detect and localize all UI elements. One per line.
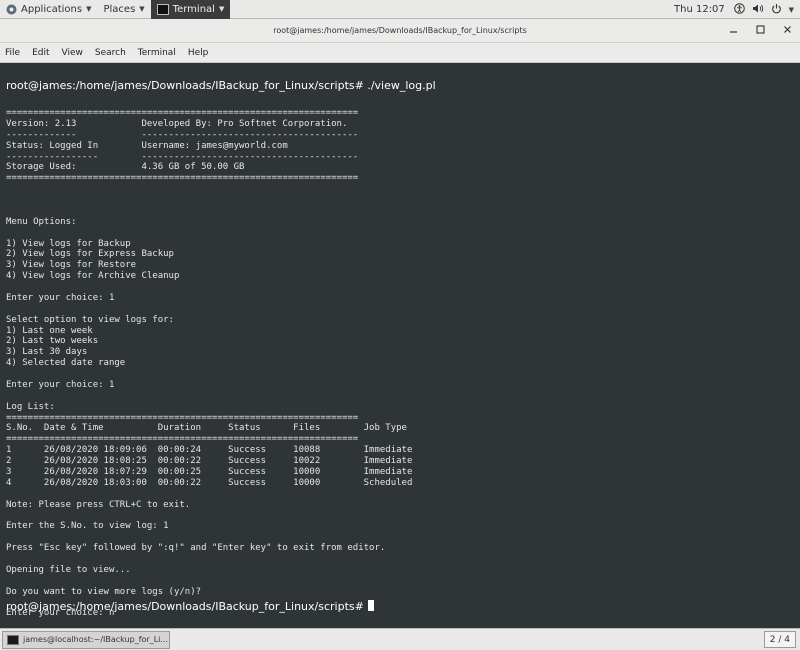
menu-terminal[interactable]: Terminal <box>138 48 176 58</box>
prompt-text: root@james:/home/james/Downloads/IBackup… <box>6 600 364 613</box>
places-label: Places <box>103 3 136 15</box>
power-icon[interactable] <box>771 3 782 17</box>
system-tray[interactable]: ▼ <box>733 0 794 19</box>
menu-help[interactable]: Help <box>188 48 209 58</box>
window-list-bar: james@localhost:~/IBackup_for_Li... 2 / … <box>0 628 800 650</box>
menu-view[interactable]: View <box>62 48 83 58</box>
terminal-view[interactable]: root@james:/home/james/Downloads/IBackup… <box>0 63 800 628</box>
maximize-button[interactable] <box>756 25 765 37</box>
terminal-icon <box>156 3 169 15</box>
caret-down-icon: ▼ <box>139 5 145 13</box>
applications-label: Applications <box>21 3 83 15</box>
caret-down-icon: ▼ <box>86 5 92 13</box>
current-prompt: root@james:/home/james/Downloads/IBackup… <box>6 600 374 613</box>
command-prompt-line: root@james:/home/james/Downloads/IBackup… <box>6 79 436 92</box>
minimize-button[interactable] <box>729 25 738 37</box>
terminal-icon <box>7 634 19 645</box>
caret-down-icon: ▼ <box>218 5 225 13</box>
volume-icon[interactable] <box>752 3 764 17</box>
top-bar: Applications ▼ Places ▼ Terminal ▼ Thu 1… <box>0 0 800 19</box>
menu-file[interactable]: File <box>5 48 20 58</box>
accessibility-icon[interactable] <box>733 2 745 17</box>
close-button[interactable] <box>783 25 792 37</box>
active-app-menu[interactable]: Terminal ▼ <box>150 0 231 19</box>
clock[interactable]: Thu 12:07 <box>674 0 725 19</box>
text-cursor <box>367 600 374 611</box>
places-menu[interactable]: Places ▼ <box>97 0 150 19</box>
taskbar-window-button[interactable]: james@localhost:~/IBackup_for_Li... <box>2 630 170 649</box>
menu-edit[interactable]: Edit <box>32 48 49 58</box>
window-titlebar[interactable]: root@james:/home/james/Downloads/IBackup… <box>0 19 800 43</box>
workspace-switcher[interactable]: 2 / 4 <box>763 631 796 648</box>
window-controls <box>729 19 792 43</box>
menu-search[interactable]: Search <box>95 48 126 58</box>
scrollbar[interactable] <box>792 63 800 628</box>
applications-menu[interactable]: Applications ▼ <box>0 0 97 19</box>
taskbar-window-label: james@localhost:~/IBackup_for_Li... <box>23 635 169 644</box>
applications-icon <box>6 4 17 15</box>
caret-down-icon[interactable]: ▼ <box>789 6 794 14</box>
window-title: root@james:/home/james/Downloads/IBackup… <box>273 26 527 35</box>
active-app-label: Terminal <box>172 3 215 15</box>
terminal-output: ========================================… <box>6 108 413 619</box>
menu-bar: File Edit View Search Terminal Help <box>0 43 800 63</box>
